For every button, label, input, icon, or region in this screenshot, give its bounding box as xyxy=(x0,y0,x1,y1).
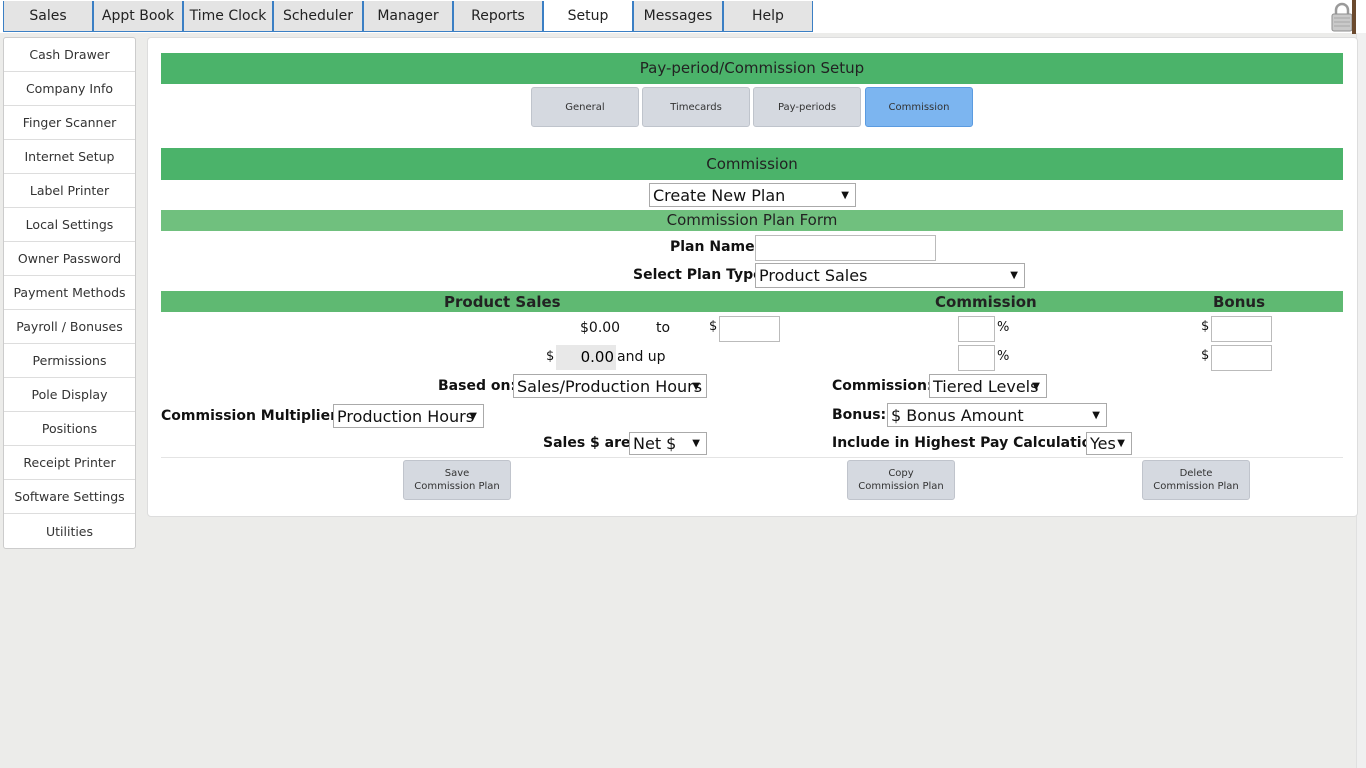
top-nav-bar: Sales Appt Book Time Clock Scheduler Man… xyxy=(0,0,1366,33)
sidebar-item-pole-display[interactable]: Pole Display xyxy=(4,378,135,412)
sidebar-item-owner-password[interactable]: Owner Password xyxy=(4,242,135,276)
tier2-and-up-label: and up xyxy=(617,349,666,365)
tier2-dollar: $ xyxy=(546,349,555,364)
sidebar-item-label-printer[interactable]: Label Printer xyxy=(4,174,135,208)
multiplier-label: Commission Multiplier: xyxy=(161,408,343,424)
subtab-general[interactable]: General xyxy=(531,87,639,127)
highest-pay-select[interactable]: Yes ▼ xyxy=(1086,432,1132,455)
commission-type-select[interactable]: Tiered Levels ▼ xyxy=(929,374,1047,398)
plan-name-input[interactable] xyxy=(755,235,936,261)
nav-tab-time-clock[interactable]: Time Clock xyxy=(183,1,273,32)
sidebar-item-software-settings[interactable]: Software Settings xyxy=(4,480,135,514)
plan-type-select[interactable]: Product Sales ▼ xyxy=(755,263,1025,288)
based-on-label: Based on: xyxy=(438,378,517,394)
tier2-bonus-input[interactable] xyxy=(1211,345,1272,371)
tier2-percent: % xyxy=(997,349,1010,364)
plan-name-label: Plan Name: xyxy=(670,239,761,255)
sidebar-item-payment-methods[interactable]: Payment Methods xyxy=(4,276,135,310)
commission-type-label: Commission: xyxy=(832,378,933,394)
sidebar-item-positions[interactable]: Positions xyxy=(4,412,135,446)
based-on-select[interactable]: Sales/Production Hours ▼ xyxy=(513,374,707,398)
nav-tab-manager[interactable]: Manager xyxy=(363,1,453,32)
nav-tab-scheduler[interactable]: Scheduler xyxy=(273,1,363,32)
nav-tab-sales[interactable]: Sales xyxy=(3,1,93,32)
sidebar-item-receipt-printer[interactable]: Receipt Printer xyxy=(4,446,135,480)
tier1-dollar: $ xyxy=(709,319,718,334)
plan-type-value: Product Sales xyxy=(759,266,868,285)
plan-select-value: Create New Plan xyxy=(653,185,786,205)
window-edge xyxy=(1352,0,1356,34)
column-commission: Commission xyxy=(935,293,1037,311)
sidebar-item-payroll-bonuses[interactable]: Payroll / Bonuses xyxy=(4,310,135,344)
lock-icon[interactable] xyxy=(1330,2,1354,32)
plan-select[interactable]: Create New Plan ▼ xyxy=(649,183,856,207)
nav-tab-help[interactable]: Help xyxy=(723,1,813,32)
bonus-select[interactable]: $ Bonus Amount ▼ xyxy=(887,403,1107,427)
chevron-down-icon: ▼ xyxy=(692,438,700,449)
nav-tab-messages[interactable]: Messages xyxy=(633,1,723,32)
sales-are-select[interactable]: Net $ ▼ xyxy=(629,432,707,455)
main-panel: Pay-period/Commission Setup General Time… xyxy=(147,37,1358,517)
nav-tab-setup[interactable]: Setup xyxy=(543,1,633,32)
tier2-from-value: 0.00 xyxy=(556,345,616,370)
tier1-from: $0.00 xyxy=(580,320,621,336)
based-on-value: Sales/Production Hours xyxy=(517,376,703,396)
bonus-value: $ Bonus Amount xyxy=(891,405,1024,425)
tier1-percent: % xyxy=(997,320,1010,335)
sales-are-value: Net $ xyxy=(633,434,677,453)
form-divider xyxy=(161,457,1343,458)
chevron-down-icon: ▼ xyxy=(841,189,849,201)
save-commission-plan-button[interactable]: Save Commission Plan xyxy=(403,460,511,500)
sales-are-label: Sales $ are: xyxy=(543,435,637,451)
copy-commission-plan-button[interactable]: Copy Commission Plan xyxy=(847,460,955,500)
sidebar-item-utilities[interactable]: Utilities xyxy=(4,514,135,548)
subtab-pay-periods[interactable]: Pay-periods xyxy=(753,87,861,127)
tier1-to-input[interactable] xyxy=(719,316,780,342)
plan-form-header: Commission Plan Form xyxy=(161,210,1343,231)
page-title: Pay-period/Commission Setup xyxy=(161,53,1343,84)
chevron-down-icon: ▼ xyxy=(692,380,700,392)
subtab-timecards[interactable]: Timecards xyxy=(642,87,750,127)
setup-sidebar: Cash Drawer Company Info Finger Scanner … xyxy=(3,37,136,549)
subtab-commission[interactable]: Commission xyxy=(865,87,973,127)
tier2-bonus-dollar: $ xyxy=(1201,348,1210,363)
chevron-down-icon: ▼ xyxy=(1117,438,1125,449)
sidebar-item-finger-scanner[interactable]: Finger Scanner xyxy=(4,106,135,140)
nav-tab-appt-book[interactable]: Appt Book xyxy=(93,1,183,32)
tier1-commission-input[interactable] xyxy=(958,316,995,342)
multiplier-select[interactable]: Production Hours ▼ xyxy=(333,404,484,428)
tier1-bonus-input[interactable] xyxy=(1211,316,1272,342)
sidebar-item-internet-setup[interactable]: Internet Setup xyxy=(4,140,135,174)
tier1-to-label: to xyxy=(656,320,671,336)
column-product-sales: Product Sales xyxy=(444,293,561,311)
tier1-bonus-dollar: $ xyxy=(1201,319,1210,334)
plan-type-label: Select Plan Type: xyxy=(633,267,769,283)
sidebar-item-permissions[interactable]: Permissions xyxy=(4,344,135,378)
tier-column-headers: Product Sales Commission Bonus xyxy=(161,291,1343,312)
commission-type-value: Tiered Levels xyxy=(933,376,1039,396)
highest-pay-value: Yes xyxy=(1090,434,1116,453)
sidebar-item-local-settings[interactable]: Local Settings xyxy=(4,208,135,242)
commission-section-header: Commission xyxy=(161,148,1343,180)
sidebar-item-cash-drawer[interactable]: Cash Drawer xyxy=(4,38,135,72)
tier2-commission-input[interactable] xyxy=(958,345,995,371)
chevron-down-icon: ▼ xyxy=(469,410,477,422)
multiplier-value: Production Hours xyxy=(337,406,475,426)
highest-pay-label: Include in Highest Pay Calculation: xyxy=(832,435,1107,451)
chevron-down-icon: ▼ xyxy=(1092,409,1100,421)
chevron-down-icon: ▼ xyxy=(1010,270,1018,281)
column-bonus: Bonus xyxy=(1213,293,1266,311)
chevron-down-icon: ▼ xyxy=(1032,380,1040,392)
delete-commission-plan-button[interactable]: Delete Commission Plan xyxy=(1142,460,1250,500)
nav-tab-reports[interactable]: Reports xyxy=(453,1,543,32)
bonus-label: Bonus: xyxy=(832,407,887,423)
sidebar-item-company-info[interactable]: Company Info xyxy=(4,72,135,106)
